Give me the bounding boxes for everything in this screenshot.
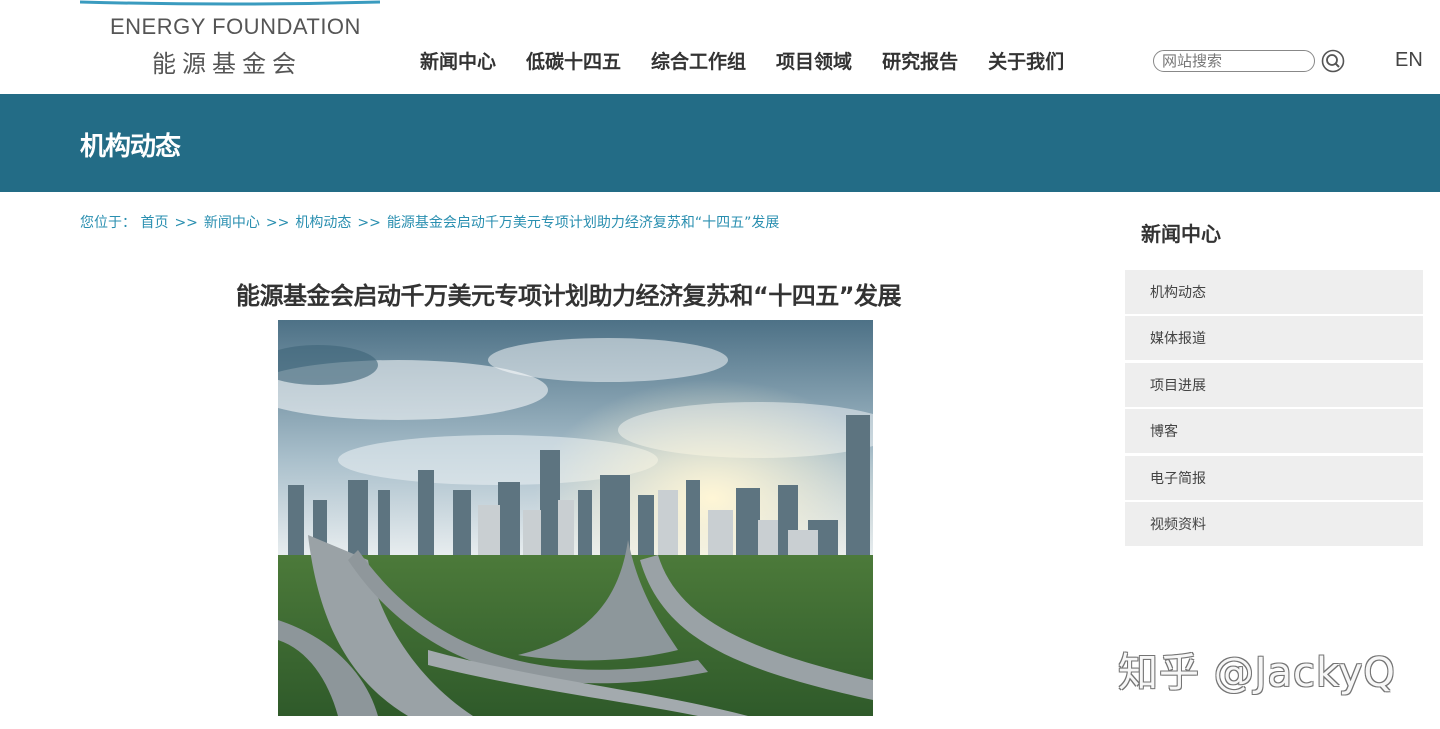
sidebar-item-project-progress[interactable]: 项目进展 xyxy=(1125,362,1423,407)
search-input[interactable] xyxy=(1162,51,1312,71)
search-icon[interactable] xyxy=(1321,49,1345,73)
breadcrumb-home[interactable]: 首页 xyxy=(140,215,168,231)
language-switch[interactable]: EN xyxy=(1395,49,1423,72)
nav-item-news-center[interactable]: 新闻中心 xyxy=(420,48,496,76)
article-hero-image xyxy=(278,320,873,716)
breadcrumb-prefix: 您位于： xyxy=(80,215,136,231)
main-nav: 新闻中心 低碳十四五 综合工作组 项目领域 研究报告 关于我们 xyxy=(420,48,1094,76)
breadcrumb-current-article[interactable]: 能源基金会启动千万美元专项计划助力经济复苏和“十四五”发展 xyxy=(387,215,780,231)
article-title: 能源基金会启动千万美元专项计划助力经济复苏和“十四五”发展 xyxy=(236,282,902,310)
nav-item-about-us[interactable]: 关于我们 xyxy=(988,48,1064,76)
breadcrumb: 您位于： 首页 >> 新闻中心 >> 机构动态 >> 能源基金会启动千万美元专项计划助力经济… xyxy=(80,212,779,232)
site-header: ENERGY FOUNDATION 能源基金会 新闻中心 低碳十四五 综合工作组… xyxy=(0,0,1440,94)
nav-item-working-group[interactable]: 综合工作组 xyxy=(651,48,746,76)
logo-text-cn: 能源基金会 xyxy=(152,50,302,78)
sidebar-title: 新闻中心 xyxy=(1141,222,1221,246)
breadcrumb-org-news[interactable]: 机构动态 xyxy=(295,215,351,231)
logo-text-en: ENERGY FOUNDATION xyxy=(110,14,361,39)
sidebar-item-videos[interactable]: 视频资料 xyxy=(1125,501,1423,546)
logo-arc-icon xyxy=(80,0,380,6)
section-banner: 机构动态 xyxy=(0,94,1440,192)
breadcrumb-news-center[interactable]: 新闻中心 xyxy=(204,215,260,231)
nav-item-project-areas[interactable]: 项目领域 xyxy=(776,48,852,76)
sidebar-item-newsletter[interactable]: 电子简报 xyxy=(1125,455,1423,500)
search-box xyxy=(1153,50,1315,72)
site-logo[interactable]: ENERGY FOUNDATION 能源基金会 xyxy=(80,0,380,90)
breadcrumb-separator: >> xyxy=(357,215,381,231)
sidebar-item-media-reports[interactable]: 媒体报道 xyxy=(1125,316,1423,361)
nav-item-research-reports[interactable]: 研究报告 xyxy=(882,48,958,76)
sidebar-menu: 机构动态 媒体报道 项目进展 博客 电子简报 视频资料 xyxy=(1125,270,1423,548)
sidebar-item-org-news[interactable]: 机构动态 xyxy=(1125,270,1423,314)
nav-item-low-carbon[interactable]: 低碳十四五 xyxy=(526,48,621,76)
breadcrumb-separator: >> xyxy=(265,215,290,231)
breadcrumb-separator: >> xyxy=(174,215,198,231)
banner-title: 机构动态 xyxy=(80,132,181,162)
watermark-text: 知乎 @JackyQ xyxy=(1118,650,1396,696)
sidebar-item-blog[interactable]: 博客 xyxy=(1125,409,1423,454)
